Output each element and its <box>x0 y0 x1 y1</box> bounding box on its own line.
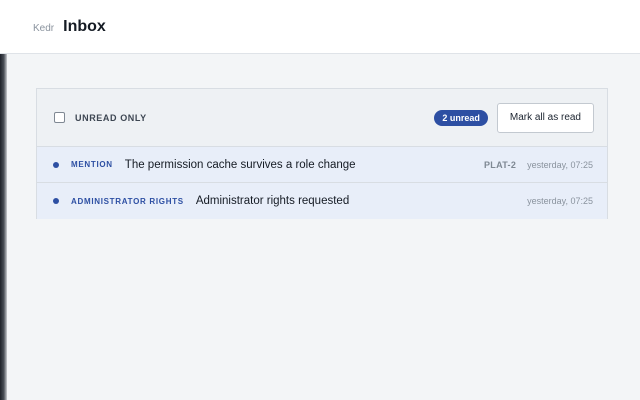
notification-row[interactable]: ADMINISTRATOR RIGHTS Administrator right… <box>37 183 607 219</box>
notification-time: yesterday, 07:25 <box>527 159 593 170</box>
notification-kind: MENTION <box>71 160 113 169</box>
notification-message: The permission cache survives a role cha… <box>124 158 356 171</box>
inbox-toolbar: UNREAD ONLY 2 unread Mark all as read <box>37 89 607 147</box>
brand-name[interactable]: Kedr <box>33 23 54 34</box>
notification-ref: PLAT-2 <box>483 159 517 170</box>
notification-row[interactable]: MENTION The permission cache survives a … <box>37 147 607 183</box>
inbox-panel: UNREAD ONLY 2 unread Mark all as read ME… <box>36 88 608 219</box>
unread-dot-icon <box>53 161 59 168</box>
notification-message: Administrator rights requested <box>195 195 350 207</box>
app-header: Kedr Inbox <box>0 0 640 54</box>
mark-all-read-button[interactable]: Mark all as read <box>496 102 594 133</box>
unread-only-label[interactable]: UNREAD ONLY <box>75 113 147 123</box>
unread-only-checkbox[interactable] <box>54 112 65 123</box>
sidebar-edge <box>0 54 7 400</box>
unread-dot-icon <box>53 198 59 204</box>
unread-count-badge: 2 unread <box>434 109 488 126</box>
notification-kind: ADMINISTRATOR RIGHTS <box>71 196 184 206</box>
page-title: Inbox <box>63 17 106 35</box>
notification-time: yesterday, 07:25 <box>527 196 593 206</box>
